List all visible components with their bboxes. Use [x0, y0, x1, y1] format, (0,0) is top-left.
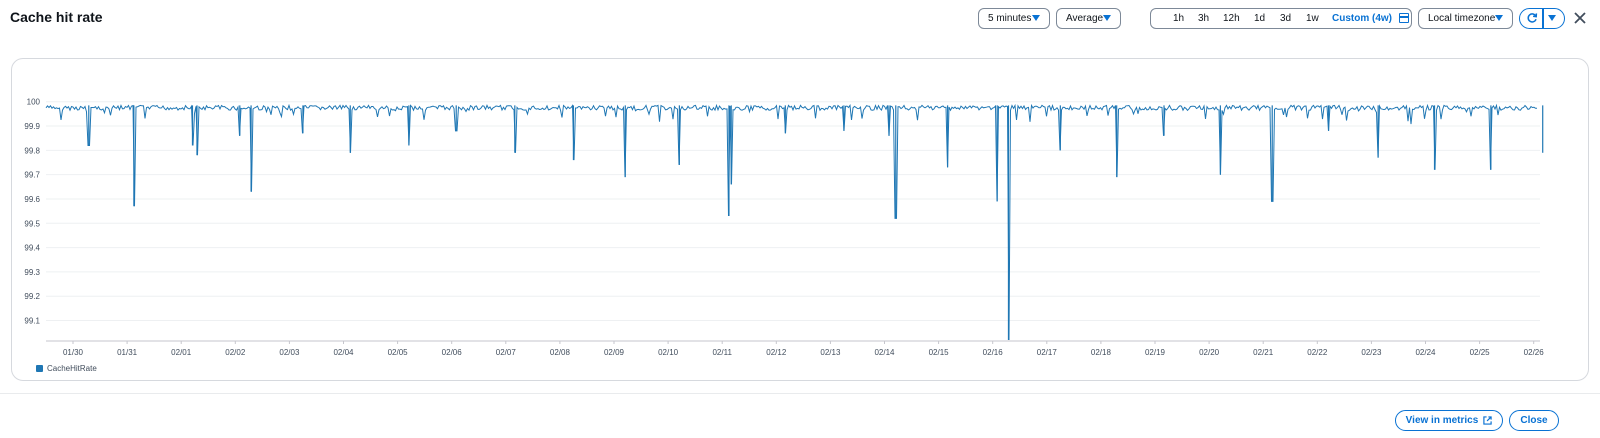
- x-tick-label: 02/16: [983, 348, 1004, 357]
- y-tick-label: 100: [27, 98, 41, 107]
- x-tick-label: 02/24: [1415, 348, 1436, 357]
- x-tick-label: 02/13: [820, 348, 841, 357]
- x-tick-label: 02/04: [333, 348, 354, 357]
- x-tick-label: 02/22: [1307, 348, 1328, 357]
- x-tick-label: 02/03: [279, 348, 300, 357]
- x-tick-label: 02/07: [496, 348, 517, 357]
- chart-legend: CacheHitRate: [36, 364, 97, 373]
- close-button-label: Close: [1520, 415, 1548, 426]
- y-tick-label: 99.3: [24, 268, 40, 277]
- y-tick-label: 99.5: [24, 219, 40, 228]
- x-tick-label: 02/19: [1145, 348, 1166, 357]
- x-tick-label: 02/01: [171, 348, 192, 357]
- view-in-metrics-label: View in metrics: [1405, 415, 1479, 426]
- legend-label[interactable]: CacheHitRate: [47, 364, 97, 373]
- close-button[interactable]: Close: [1509, 410, 1559, 431]
- x-tick-label: 02/12: [766, 348, 787, 357]
- x-tick-label: 02/17: [1037, 348, 1058, 357]
- line-chart: 100 99.9 99.8 99.7 99.6 99.5 99.4 99.3 99.2 99.1 0…: [24, 98, 1545, 357]
- y-tick-label: 99.8: [24, 146, 40, 155]
- x-tick-label: 02/15: [929, 348, 950, 357]
- x-tick-label: 02/06: [442, 348, 463, 357]
- y-tick-label: 99.2: [24, 292, 40, 301]
- x-tick-label: 01/30: [63, 348, 84, 357]
- footer-divider: [0, 393, 1600, 394]
- x-tick-label: 02/14: [874, 348, 895, 357]
- view-in-metrics-button[interactable]: View in metrics: [1395, 410, 1503, 431]
- x-tick-label: 02/23: [1361, 348, 1382, 357]
- x-tick-label: 02/25: [1470, 348, 1491, 357]
- x-tick-label: 02/09: [604, 348, 625, 357]
- x-tick-label: 01/31: [117, 348, 138, 357]
- x-tick-label: 02/11: [712, 348, 732, 357]
- x-tick-label: 02/18: [1091, 348, 1112, 357]
- y-tick-label: 99.9: [24, 122, 40, 131]
- legend-swatch: [36, 365, 43, 372]
- x-tick-label: 02/26: [1524, 348, 1545, 357]
- y-tick-label: 99.7: [24, 171, 40, 180]
- y-tick-label: 99.6: [24, 195, 40, 204]
- x-tick-label: 02/02: [225, 348, 246, 357]
- y-tick-label: 99.1: [24, 317, 40, 326]
- x-tick-label: 02/10: [658, 348, 679, 357]
- x-tick-label: 02/20: [1199, 348, 1220, 357]
- external-link-icon: [1483, 416, 1492, 425]
- x-tick-label: 02/08: [550, 348, 571, 357]
- series-line-cachehitrate: [45, 103, 1538, 341]
- y-tick-label: 99.4: [24, 244, 40, 253]
- x-tick-label: 02/21: [1253, 348, 1274, 357]
- x-tick-label: 02/05: [388, 348, 409, 357]
